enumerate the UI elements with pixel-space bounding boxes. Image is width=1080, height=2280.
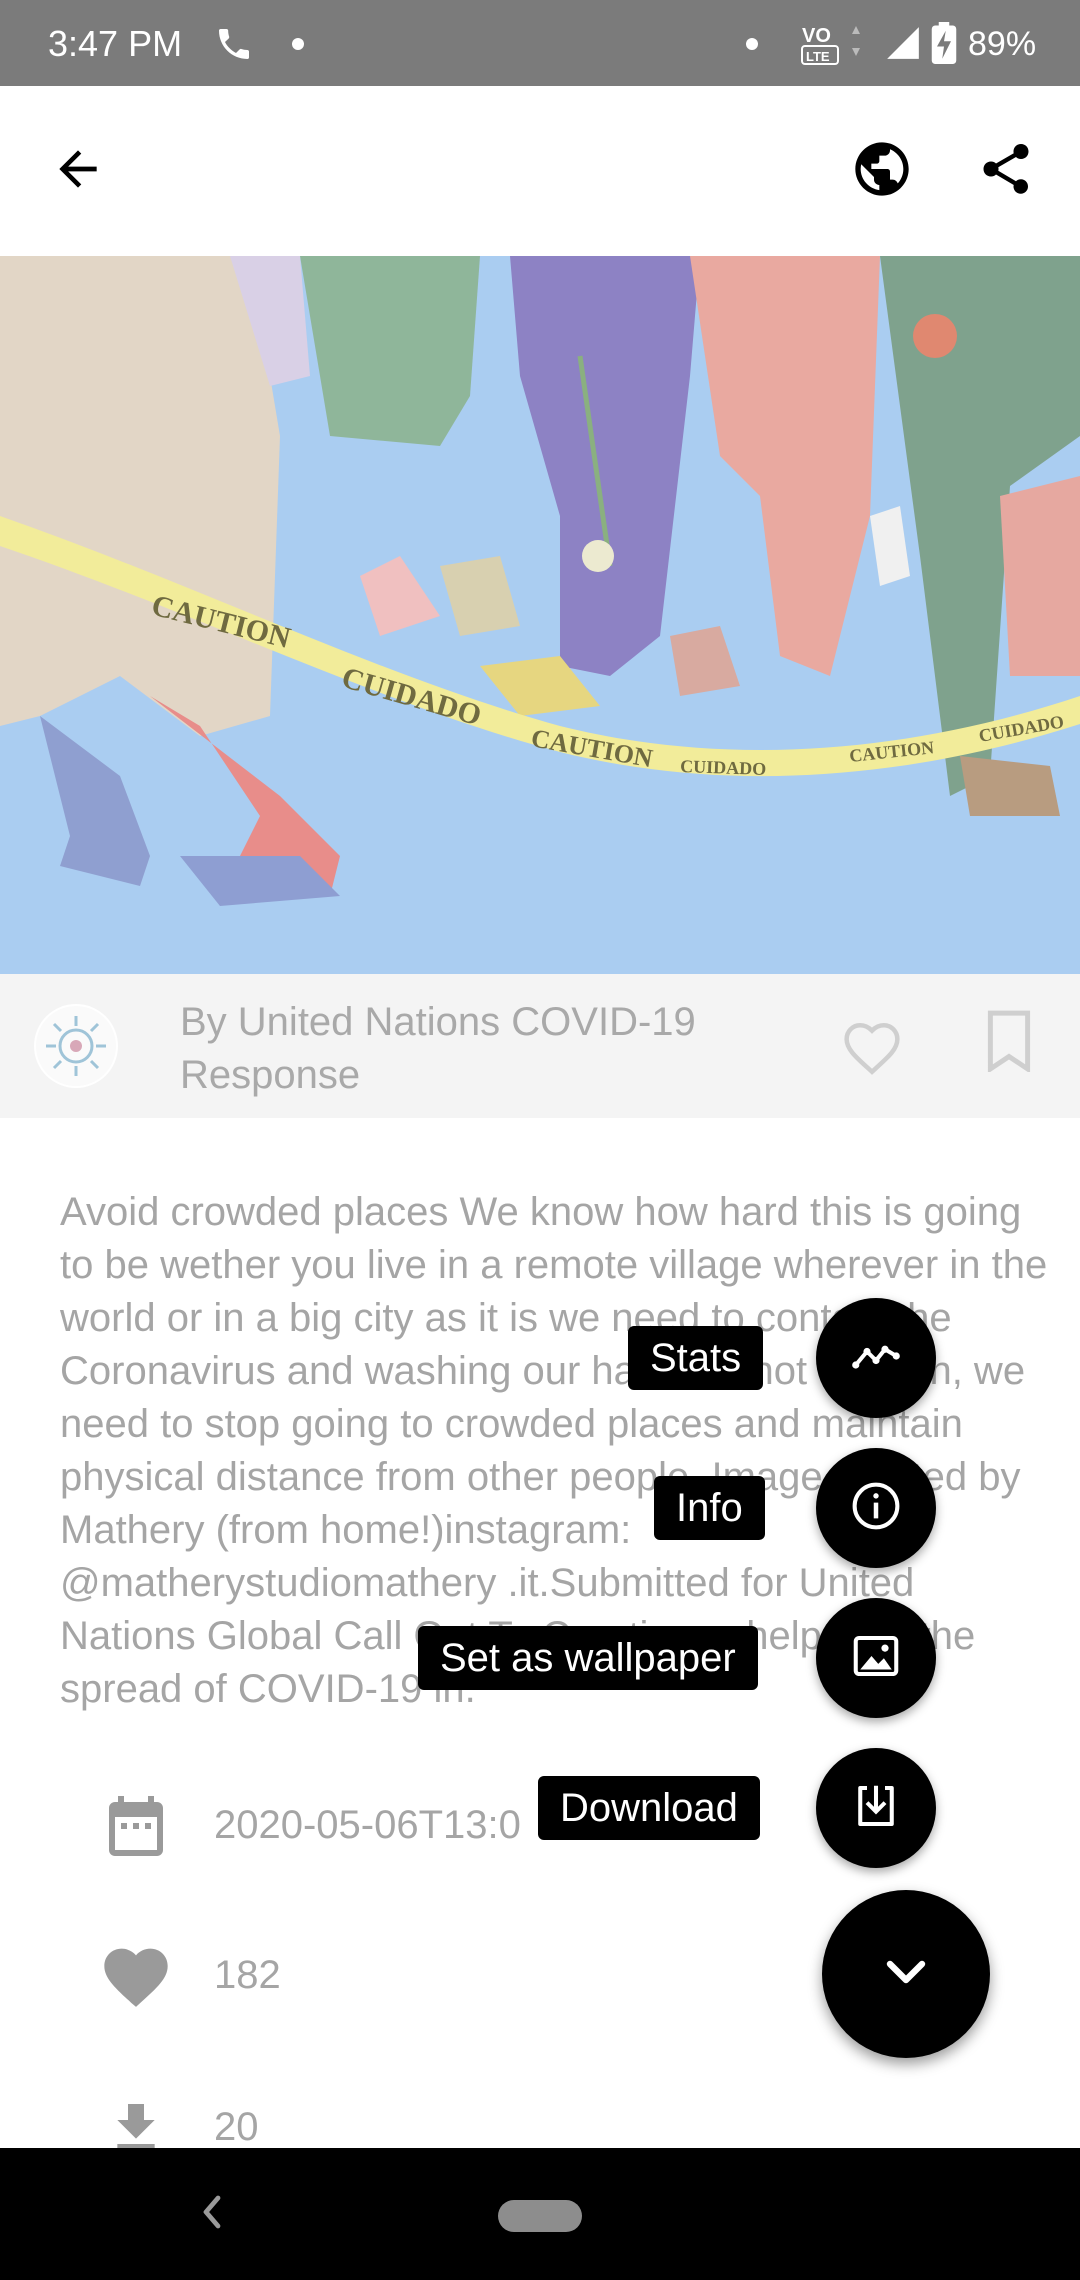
status-bar: 3:47 PM VO LTE 89% xyxy=(0,0,1080,86)
author-row: By United Nations COVID-19 Response xyxy=(0,974,1080,1118)
bookmark-icon xyxy=(984,1010,1034,1076)
system-nav-bar xyxy=(0,2148,1080,2280)
nav-home-pill[interactable] xyxy=(498,2200,582,2232)
battery-percentage: 89% xyxy=(968,25,1037,63)
notification-dot-icon xyxy=(746,38,758,50)
author-name[interactable]: By United Nations COVID-19 Response xyxy=(180,996,800,1102)
globe-icon xyxy=(850,137,914,206)
battery-charging-icon xyxy=(930,22,958,69)
nav-back-button[interactable] xyxy=(186,2186,238,2242)
date-value: 2020-05-06T13:0 xyxy=(214,1803,521,1847)
share-icon xyxy=(976,139,1036,204)
heart-outline-icon xyxy=(838,1023,906,1080)
info-button[interactable] xyxy=(816,1448,936,1568)
svg-text:VO: VO xyxy=(802,25,831,47)
download-label[interactable]: Download xyxy=(538,1776,760,1840)
chevron-down-icon xyxy=(874,1940,938,2009)
wallpaper-photo[interactable]: CAUTION CUIDADO CAUTION CUIDADO CAUTION … xyxy=(0,256,1080,974)
calendar-icon xyxy=(96,1786,176,1866)
back-arrow-icon xyxy=(50,141,106,202)
open-in-browser-button[interactable] xyxy=(842,131,922,211)
signal-icon xyxy=(884,24,922,67)
info-icon xyxy=(849,1479,903,1538)
svg-text:LTE: LTE xyxy=(806,49,830,64)
collapse-fab-button[interactable] xyxy=(822,1890,990,2058)
share-button[interactable] xyxy=(966,131,1046,211)
author-avatar[interactable] xyxy=(34,1004,118,1088)
likes-count: 182 xyxy=(214,1953,281,1997)
bookmark-button[interactable] xyxy=(984,1010,1044,1082)
downloads-count: 20 xyxy=(214,2105,259,2149)
back-button[interactable] xyxy=(38,131,118,211)
volte-icon: VO LTE xyxy=(800,20,870,73)
set-wallpaper-button[interactable] xyxy=(816,1598,936,1718)
app-bar xyxy=(0,86,1080,256)
set-wallpaper-label[interactable]: Set as wallpaper xyxy=(418,1626,758,1690)
image-icon xyxy=(849,1629,903,1688)
info-label[interactable]: Info xyxy=(654,1476,765,1540)
svg-text:CUIDADO: CUIDADO xyxy=(680,756,767,779)
chevron-left-icon xyxy=(197,2192,227,2237)
trending-line-icon xyxy=(849,1329,903,1388)
stats-label[interactable]: Stats xyxy=(628,1326,764,1390)
stats-button[interactable] xyxy=(816,1298,936,1418)
notification-dot-icon xyxy=(292,38,304,50)
phone-icon xyxy=(214,24,254,69)
like-button[interactable] xyxy=(838,1014,914,1082)
download-tray-icon xyxy=(849,1779,903,1838)
status-time: 3:47 PM xyxy=(48,23,183,64)
download-button[interactable] xyxy=(816,1748,936,1868)
heart-icon xyxy=(96,1934,176,2014)
